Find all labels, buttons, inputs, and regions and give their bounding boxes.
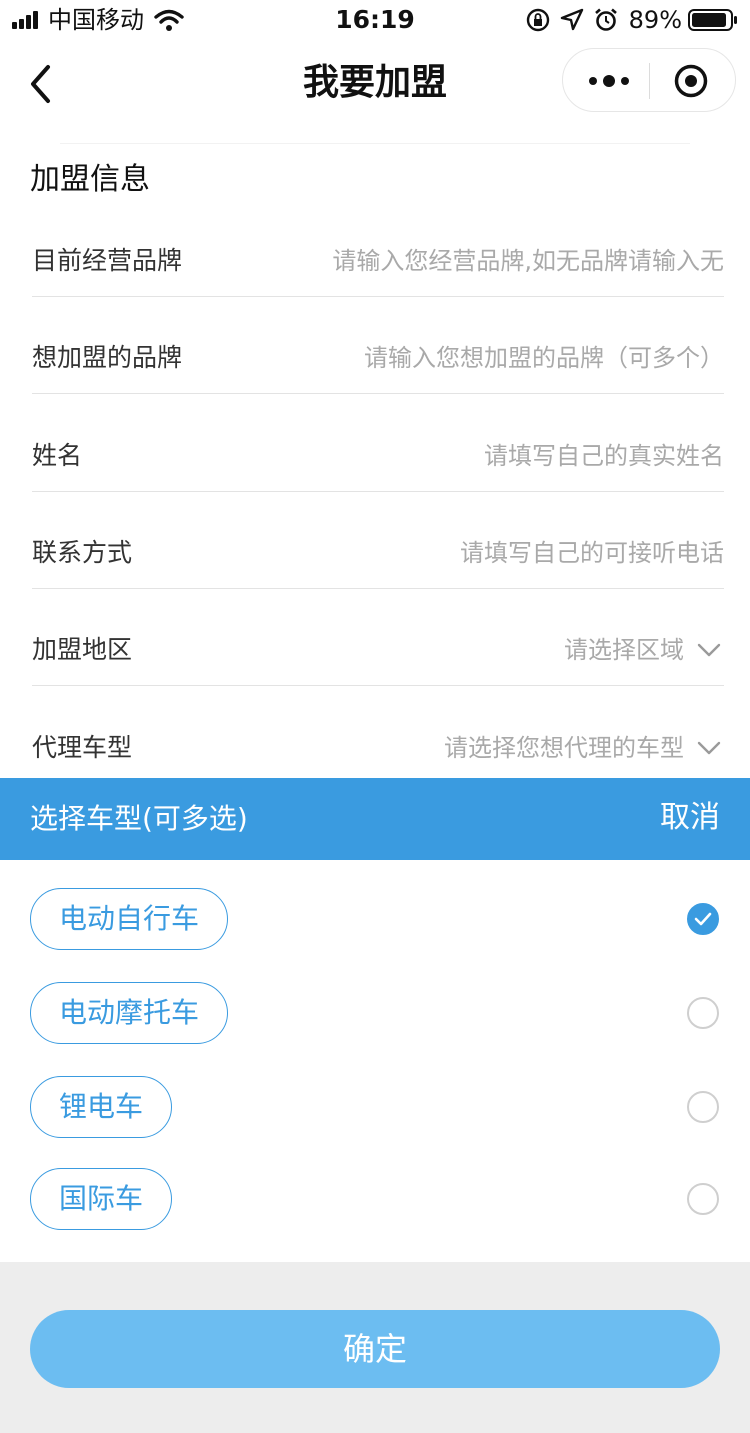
contact-input[interactable] xyxy=(264,534,724,572)
option-chip[interactable]: 电动摩托车 xyxy=(30,982,229,1044)
vehicle-type-select[interactable]: 请选择您想代理的车型 xyxy=(444,731,724,765)
battery-icon xyxy=(688,9,737,31)
orientation-lock-icon xyxy=(526,8,549,32)
form-row-region[interactable]: 加盟地区 请选择区域 xyxy=(32,589,724,686)
option-chip[interactable]: 国际车 xyxy=(30,1168,173,1230)
row-label: 想加盟的品牌 xyxy=(32,343,183,372)
chevron-down-icon xyxy=(697,643,721,657)
header-divider xyxy=(60,143,690,144)
region-select-text: 请选择区域 xyxy=(564,636,684,664)
status-bar: 中国移动 16:19 89% xyxy=(0,0,750,40)
picker-title: 选择车型(可多选) xyxy=(30,802,248,835)
checkbox-unchecked-icon[interactable] xyxy=(687,1183,719,1215)
cancel-button[interactable]: 取消 xyxy=(660,798,720,838)
current-brand-input[interactable] xyxy=(264,242,724,280)
miniprogram-capsule xyxy=(562,48,736,112)
form-row-contact: 联系方式 xyxy=(32,492,724,589)
form-row-name: 姓名 xyxy=(32,395,724,492)
row-label: 姓名 xyxy=(32,441,83,470)
alarm-icon xyxy=(594,8,617,31)
row-label: 代理车型 xyxy=(32,733,133,762)
checkbox-unchecked-icon[interactable] xyxy=(687,997,719,1029)
section-title: 加盟信息 xyxy=(30,162,150,197)
vehicle-type-select-text: 请选择您想代理的车型 xyxy=(444,734,684,762)
row-label: 加盟地区 xyxy=(32,635,133,664)
status-right: 89% xyxy=(517,6,738,34)
checkbox-checked-icon[interactable] xyxy=(687,903,719,935)
location-arrow-icon xyxy=(560,8,583,31)
checkbox-unchecked-icon[interactable] xyxy=(687,1091,719,1123)
form-row-vehicle-type[interactable]: 代理车型 请选择您想代理的车型 xyxy=(32,686,724,783)
picker-options: 电动自行车 电动摩托车 锂电车 国际车 xyxy=(0,860,750,1262)
name-input[interactable] xyxy=(264,437,724,475)
nav-bar: 我要加盟 xyxy=(0,40,750,128)
battery-percent: 89% xyxy=(628,6,682,34)
option-chip[interactable]: 锂电车 xyxy=(30,1076,173,1138)
picker-header: 选择车型(可多选) 取消 xyxy=(0,778,750,860)
picker-footer: 确定 xyxy=(0,1262,750,1433)
option-chip[interactable]: 电动自行车 xyxy=(30,888,229,950)
form-row-current-brand: 目前经营品牌 xyxy=(32,200,724,297)
option-lithium-vehicle[interactable]: 锂电车 xyxy=(0,1076,750,1138)
row-label: 联系方式 xyxy=(32,538,133,567)
more-dots-icon[interactable] xyxy=(585,65,633,97)
form-row-target-brand: 想加盟的品牌 xyxy=(32,297,724,394)
option-international-vehicle[interactable]: 国际车 xyxy=(0,1168,750,1230)
option-electric-motorcycle[interactable]: 电动摩托车 xyxy=(0,982,750,1044)
target-brand-input[interactable] xyxy=(264,339,724,377)
target-circle-icon[interactable] xyxy=(673,63,709,99)
row-label: 目前经营品牌 xyxy=(32,246,183,275)
chevron-down-icon xyxy=(697,741,721,755)
capsule-divider xyxy=(649,63,650,99)
option-electric-bicycle[interactable]: 电动自行车 xyxy=(0,888,750,950)
confirm-button[interactable]: 确定 xyxy=(30,1310,720,1388)
region-select[interactable]: 请选择区域 xyxy=(564,633,724,667)
